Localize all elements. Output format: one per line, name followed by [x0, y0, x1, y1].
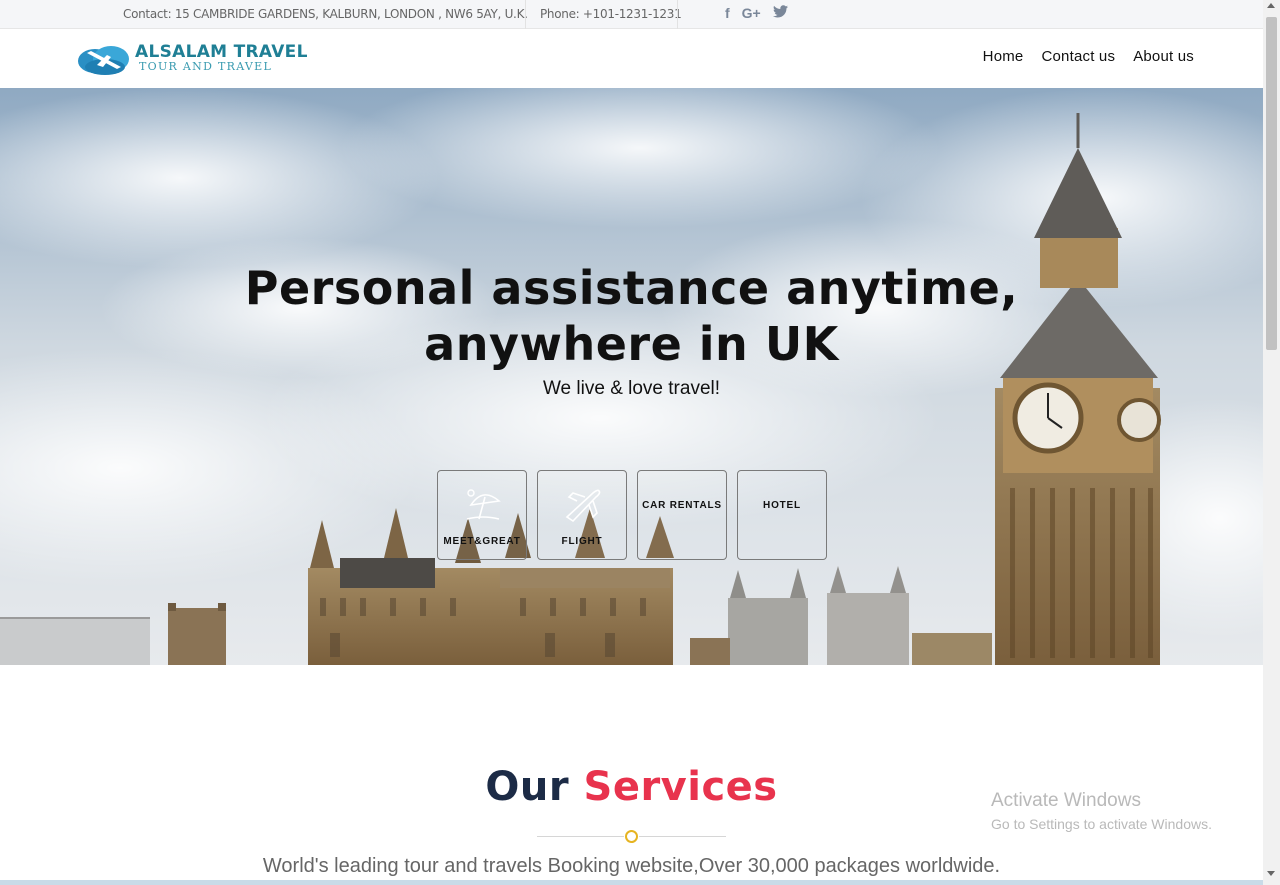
- twitter-icon[interactable]: [772, 5, 788, 21]
- watermark-subtitle: Go to Settings to activate Windows.: [991, 816, 1212, 832]
- divider-line: [537, 836, 624, 837]
- nav-menu: Home Contact us About us: [983, 48, 1194, 65]
- brand-logo[interactable]: ALSALAM TRAVEL TOUR AND TRAVEL: [77, 41, 317, 77]
- car-rentals-button[interactable]: CAR RENTALS: [637, 470, 727, 560]
- services-heading-part1: Our: [485, 764, 570, 810]
- services-description: World's leading tour and travels Booking…: [262, 855, 1001, 877]
- flight-button[interactable]: FLIGHT: [537, 470, 627, 560]
- contact-address: Contact: 15 CAMBRIDE GARDENS, KALBURN, L…: [123, 7, 528, 21]
- airplane-icon: [565, 489, 601, 523]
- brand-name: ALSALAM TRAVEL: [135, 42, 308, 62]
- separator: [525, 0, 526, 29]
- contact-phone: Phone: +101-1231-1231: [540, 7, 682, 21]
- facebook-icon[interactable]: f: [725, 5, 730, 21]
- hero-heading: Personal assistance anytime, anywhere in…: [0, 260, 1263, 372]
- scrollbar-thumb[interactable]: [1266, 17, 1277, 350]
- separator: [677, 0, 678, 29]
- google-plus-icon[interactable]: G+: [742, 5, 761, 21]
- cloud-plane-logo-icon: [78, 46, 129, 75]
- nav-about[interactable]: About us: [1133, 48, 1194, 65]
- car-rentals-label: CAR RENTALS: [642, 500, 722, 511]
- nav-contact[interactable]: Contact us: [1041, 48, 1115, 65]
- top-info-bar: Contact: 15 CAMBRIDE GARDENS, KALBURN, L…: [0, 0, 1263, 29]
- hero-heading-line2: anywhere in UK: [424, 317, 839, 371]
- social-links: f G+: [725, 5, 788, 21]
- main-navbar: ALSALAM TRAVEL TOUR AND TRAVEL Home Cont…: [0, 29, 1263, 88]
- beach-umbrella-icon: [466, 489, 501, 520]
- section-divider: [537, 830, 726, 844]
- hero-heading-line1: Personal assistance anytime,: [244, 261, 1019, 315]
- windows-activation-watermark: Activate Windows Go to Settings to activ…: [991, 790, 1212, 832]
- page-scrollbar[interactable]: [1263, 0, 1280, 885]
- scroll-up-icon[interactable]: [1267, 3, 1275, 8]
- flight-label: FLIGHT: [561, 536, 603, 547]
- scroll-down-icon[interactable]: [1267, 871, 1275, 876]
- hero-subtitle: We live & love travel!: [542, 378, 721, 399]
- hotel-label: HOTEL: [763, 500, 801, 511]
- service-buttons: MEET&GREAT FLIGHT CAR RENTALS HOTEL: [437, 470, 827, 560]
- nav-home[interactable]: Home: [983, 48, 1024, 65]
- divider-line: [639, 836, 726, 837]
- meet-greet-button[interactable]: MEET&GREAT: [437, 470, 527, 560]
- brand-tagline: TOUR AND TRAVEL: [139, 60, 273, 73]
- meet-greet-label: MEET&GREAT: [443, 536, 521, 547]
- watermark-title: Activate Windows: [991, 790, 1141, 811]
- next-section-edge: [0, 880, 1263, 885]
- services-heading-part2: Services: [583, 764, 778, 810]
- divider-circle-icon: [625, 830, 638, 843]
- hero-banner: Personal assistance anytime, anywhere in…: [0, 88, 1263, 665]
- london-skyline-background: [0, 88, 1263, 665]
- hotel-button[interactable]: HOTEL: [737, 470, 827, 560]
